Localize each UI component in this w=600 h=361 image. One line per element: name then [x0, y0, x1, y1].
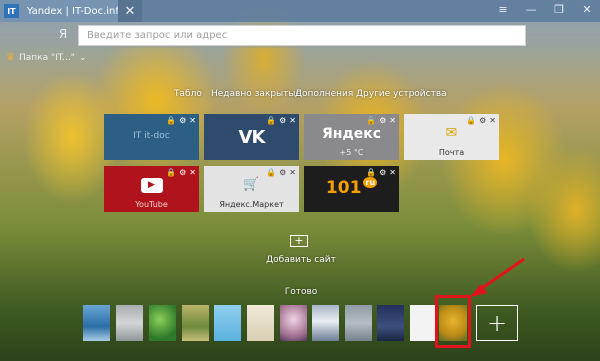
- tile-tools: 🔒 ⚙ ✕: [266, 116, 296, 125]
- minimize-icon[interactable]: —: [524, 3, 538, 16]
- close-tab-button[interactable]: ✕: [118, 0, 142, 22]
- it-doc-logo: IT it-doc: [133, 131, 170, 141]
- close-icon[interactable]: ✕: [389, 116, 396, 125]
- youtube-logo: ▶: [104, 177, 199, 193]
- lock-icon[interactable]: 🔒: [166, 116, 176, 125]
- background-thumb[interactable]: [410, 305, 437, 341]
- play-icon: ▶: [140, 178, 163, 193]
- mail-envelope-icon: ✉: [445, 125, 458, 141]
- tile-name: YouTube: [135, 200, 168, 209]
- gear-icon[interactable]: ⚙: [279, 116, 286, 125]
- lock-icon[interactable]: 🔒: [366, 168, 376, 177]
- tile-yandex[interactable]: 🔒 ⚙ ✕ Яндекс +5 °С: [304, 114, 399, 160]
- lock-icon[interactable]: 🔒: [366, 116, 376, 125]
- tile-name: Почта: [438, 148, 465, 157]
- tile-tools: 🔒 ⚙ ✕: [366, 116, 396, 125]
- add-site-label[interactable]: Добавить сайт: [266, 255, 336, 265]
- background-thumb[interactable]: [83, 305, 110, 341]
- yandex-logo-icon[interactable]: Я: [56, 27, 70, 43]
- 101-wordmark: 101: [325, 178, 362, 198]
- yandex-wordmark: Яндекс: [321, 126, 382, 142]
- tab-title: Yandex | IT-Doc.info: [26, 5, 118, 17]
- tab-other-devices[interactable]: Другие устройства: [356, 89, 447, 99]
- tile-tools: 🔒 ⚙ ✕: [266, 168, 296, 177]
- close-icon[interactable]: ✕: [489, 116, 496, 125]
- gear-icon[interactable]: ⚙: [379, 116, 386, 125]
- close-icon[interactable]: ✕: [189, 168, 196, 177]
- gear-icon[interactable]: ⚙: [379, 168, 386, 177]
- bookmarks-bar: ♛ Папка "IT..." ⌄: [6, 52, 86, 63]
- window-close-icon[interactable]: ✕: [580, 3, 594, 16]
- window-controls: ≡ — ❐ ✕: [496, 3, 594, 16]
- add-site-button[interactable]: +: [290, 235, 308, 247]
- address-search-input[interactable]: Введите запрос или адрес: [78, 25, 526, 46]
- selected-background-highlight: [435, 295, 471, 348]
- tile-pochta[interactable]: 🔒 ⚙ ✕ ✉ Почта: [404, 114, 499, 160]
- background-thumb[interactable]: [247, 305, 274, 341]
- gear-icon[interactable]: ⚙: [479, 116, 486, 125]
- lock-icon[interactable]: 🔒: [466, 116, 476, 125]
- tile-yandex-market[interactable]: 🔒 ⚙ ✕ 🛒 Яндекс.Маркет: [204, 166, 299, 212]
- background-thumb[interactable]: [116, 305, 143, 341]
- tile-tools: 🔒 ⚙ ✕: [166, 168, 196, 177]
- ru-badge: ru: [363, 177, 378, 188]
- close-icon[interactable]: ✕: [289, 116, 296, 125]
- gear-icon[interactable]: ⚙: [179, 168, 186, 177]
- tab-tablo[interactable]: Табло: [174, 89, 202, 99]
- yandex-logo: Яндекс: [304, 126, 399, 142]
- shopping-cart-icon: 🛒: [243, 177, 260, 192]
- background-thumb[interactable]: [182, 305, 209, 341]
- chevron-down-icon[interactable]: ⌄: [79, 53, 87, 63]
- background-thumb[interactable]: [214, 305, 241, 341]
- menu-icon[interactable]: ≡: [496, 3, 510, 16]
- close-icon: ✕: [124, 3, 136, 19]
- crown-icon: ♛: [6, 52, 15, 63]
- close-icon[interactable]: ✕: [389, 168, 396, 177]
- gear-icon[interactable]: ⚙: [279, 168, 286, 177]
- tile-it-doc[interactable]: 🔒 ⚙ ✕ IT it-doc: [104, 114, 199, 160]
- close-icon[interactable]: ✕: [189, 116, 196, 125]
- gear-icon[interactable]: ⚙: [179, 116, 186, 125]
- close-icon[interactable]: ✕: [289, 168, 296, 177]
- tile-vk[interactable]: 🔒 ⚙ ✕ VK: [204, 114, 299, 160]
- tab-recently-closed[interactable]: Недавно закрытые: [211, 89, 301, 99]
- maximize-icon[interactable]: ❐: [552, 3, 566, 16]
- tab-extensions[interactable]: Дополнения: [295, 89, 353, 99]
- lock-icon[interactable]: 🔒: [266, 168, 276, 177]
- tile-tools: 🔒 ⚙ ✕: [166, 116, 196, 125]
- background-thumb[interactable]: [280, 305, 307, 341]
- tile-name: Яндекс.Маркет: [219, 200, 284, 209]
- weather-label: +5 °С: [339, 148, 364, 157]
- site-favicon-icon: IT: [4, 4, 19, 18]
- done-button[interactable]: Готово: [281, 287, 321, 297]
- lock-icon[interactable]: 🔒: [266, 116, 276, 125]
- bookmark-folder[interactable]: Папка "IT...": [19, 53, 75, 63]
- background-thumb[interactable]: [377, 305, 404, 341]
- 101ru-logo: 101 ru: [304, 177, 399, 198]
- browser-tab[interactable]: IT Yandex | IT-Doc.info: [0, 0, 118, 22]
- tile-tools: 🔒 ⚙ ✕: [466, 116, 496, 125]
- add-background-button[interactable]: +: [476, 305, 518, 341]
- lock-icon[interactable]: 🔒: [166, 168, 176, 177]
- page-tabs: Табло Недавно закрытые Дополнения Другие…: [171, 89, 447, 101]
- background-thumb[interactable]: [345, 305, 372, 341]
- background-thumb[interactable]: [312, 305, 339, 341]
- tile-tools: 🔒 ⚙ ✕: [366, 168, 396, 177]
- tile-101ru[interactable]: 🔒 ⚙ ✕ 101 ru: [304, 166, 399, 212]
- tile-youtube[interactable]: 🔒 ⚙ ✕ ▶ YouTube: [104, 166, 199, 212]
- vk-logo: VK: [238, 127, 266, 148]
- background-thumb[interactable]: [149, 305, 176, 341]
